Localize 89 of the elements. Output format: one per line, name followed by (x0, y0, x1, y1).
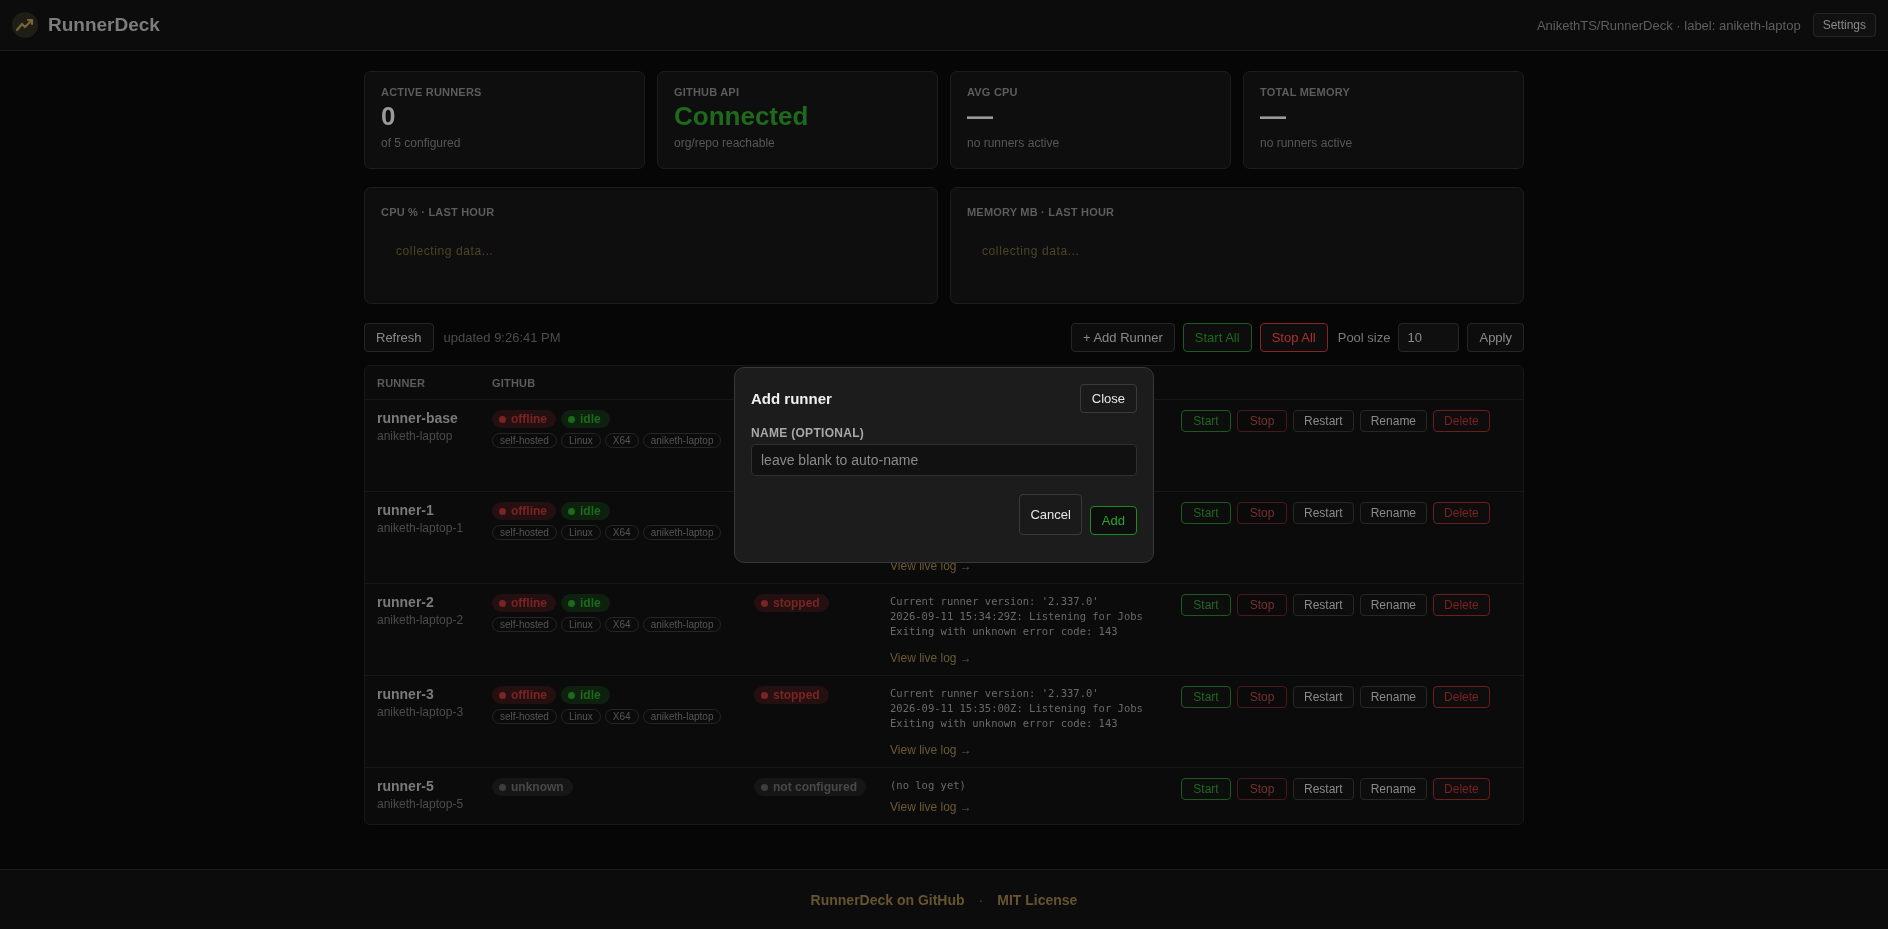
start-button[interactable]: Start (1181, 502, 1231, 524)
cancel-button[interactable]: Cancel (1019, 494, 1082, 535)
log-line: 2026-09-11 15:35:00Z: Listening for Jobs (890, 701, 1144, 716)
status-badge: stopped (754, 686, 829, 704)
runner-name: runner-1 (377, 502, 435, 518)
status-badge: idle (561, 686, 610, 704)
start-button[interactable]: Start (1181, 594, 1231, 616)
stop-all-button[interactable]: Stop All (1259, 323, 1328, 352)
column-header: RUNNER (377, 376, 427, 389)
stat-value: Connected (674, 100, 810, 132)
action-button[interactable]: Restart (1293, 686, 1354, 708)
action-button[interactable]: Rename (1359, 778, 1428, 800)
log-line: Exiting with unknown error code: 143 (890, 624, 1119, 639)
app-name: RunnerDeck (48, 14, 160, 36)
view-log-link[interactable]: View live log → (890, 800, 1181, 814)
status-badge: idle (561, 594, 610, 612)
refresh-button[interactable]: Refresh (364, 323, 434, 352)
runner-host: aniketh-laptop-5 (377, 797, 465, 811)
empty-chart-message: collecting data... (396, 244, 495, 258)
add-button[interactable]: Add (1089, 506, 1137, 535)
stat-label: GITHUB API (674, 86, 741, 98)
name-field[interactable]: leave blank to auto-name (751, 444, 1137, 476)
status-badge: stopped (754, 594, 829, 612)
log-line: Exiting with unknown error code: 143 (890, 716, 1119, 731)
view-log-link[interactable]: View live log → (890, 651, 1181, 665)
stat-value: 0 (381, 100, 397, 132)
action-button[interactable]: Rename (1359, 410, 1428, 432)
runner-name: runner-2 (377, 594, 435, 610)
log-line: (no log yet) (890, 778, 967, 793)
delete-button[interactable]: Delete (1433, 594, 1490, 616)
apply-button[interactable]: Apply (1467, 323, 1524, 352)
stat-caption: no runners active (967, 136, 1061, 150)
repo-label: AnikethTS/RunnerDeck · label: aniketh-laptop (1536, 17, 1801, 33)
delete-button[interactable]: Delete (1433, 502, 1490, 524)
runner-host: aniketh-laptop-3 (377, 705, 465, 719)
stat-label: AVG CPU (967, 86, 1019, 98)
action-button[interactable]: Restart (1293, 594, 1354, 616)
stat-caption: of 5 configured (381, 136, 462, 150)
log-line: Current runner version: '2.337.0' (890, 686, 1100, 701)
view-log-link[interactable]: View live log → (890, 743, 1181, 757)
add-runner-button[interactable]: + Add Runner (1070, 323, 1175, 352)
runner-host: aniketh-laptop (377, 429, 454, 443)
separator-dot: · (978, 891, 984, 908)
pool-size-label: Pool size (1337, 330, 1391, 345)
stat-caption: no runners active (1260, 136, 1354, 150)
log-line: Current runner version: '2.337.0' (890, 594, 1100, 609)
status-badge: offline (492, 410, 556, 428)
stat-value: — (967, 100, 994, 132)
action-button[interactable]: Restart (1293, 410, 1354, 432)
delete-button[interactable]: Delete (1433, 410, 1490, 432)
status-badge: idle (561, 502, 610, 520)
action-button[interactable]: Rename (1359, 686, 1428, 708)
footer-link[interactable]: MIT License (997, 891, 1078, 908)
stat-value: — (1260, 100, 1287, 132)
runner-name: runner-3 (377, 686, 435, 702)
start-button[interactable]: Start (1181, 778, 1231, 800)
log-line: 2026-09-11 15:34:29Z: Listening for Jobs (890, 609, 1144, 624)
start-all-button[interactable]: Start All (1182, 323, 1252, 352)
stat-label: ACTIVE RUNNERS (381, 86, 483, 98)
start-button[interactable]: Start (1181, 410, 1231, 432)
updated-time: updated 9:26:41 PM (443, 330, 561, 345)
close-button[interactable]: Close (1079, 384, 1137, 413)
stat-caption: org/repo reachable (674, 136, 776, 150)
action-button[interactable]: Restart (1293, 778, 1354, 800)
stat-label: TOTAL MEMORY (1260, 86, 1351, 98)
action-button[interactable]: Restart (1293, 502, 1354, 524)
chart-title: CPU % · LAST HOUR (381, 206, 496, 218)
action-button[interactable]: Rename (1359, 502, 1428, 524)
footer-link[interactable]: RunnerDeck on GitHub (810, 891, 965, 908)
delete-button[interactable]: Delete (1433, 778, 1490, 800)
column-header: GITHUB (492, 376, 537, 389)
start-button[interactable]: Start (1181, 686, 1231, 708)
status-badge: offline (492, 686, 556, 704)
field-label: NAME (OPTIONAL) (751, 426, 866, 440)
trend-logo-icon (12, 12, 38, 38)
pool-size-field[interactable]: 10 (1398, 323, 1460, 352)
action-button[interactable]: Rename (1359, 594, 1428, 616)
settings-button[interactable]: Settings (1812, 13, 1876, 37)
runner-host: aniketh-laptop-1 (377, 521, 465, 535)
status-badge: offline (492, 594, 556, 612)
runner-name: runner-base (377, 410, 459, 426)
chart-title: MEMORY MB · LAST HOUR (967, 206, 1116, 218)
runner-name: runner-5 (377, 778, 435, 794)
runner-host: aniketh-laptop-2 (377, 613, 465, 627)
empty-chart-message: collecting data... (982, 244, 1081, 258)
dialog-title: Add runner (751, 390, 832, 407)
delete-button[interactable]: Delete (1433, 686, 1490, 708)
status-badge: idle (561, 410, 610, 428)
status-badge: offline (492, 502, 556, 520)
